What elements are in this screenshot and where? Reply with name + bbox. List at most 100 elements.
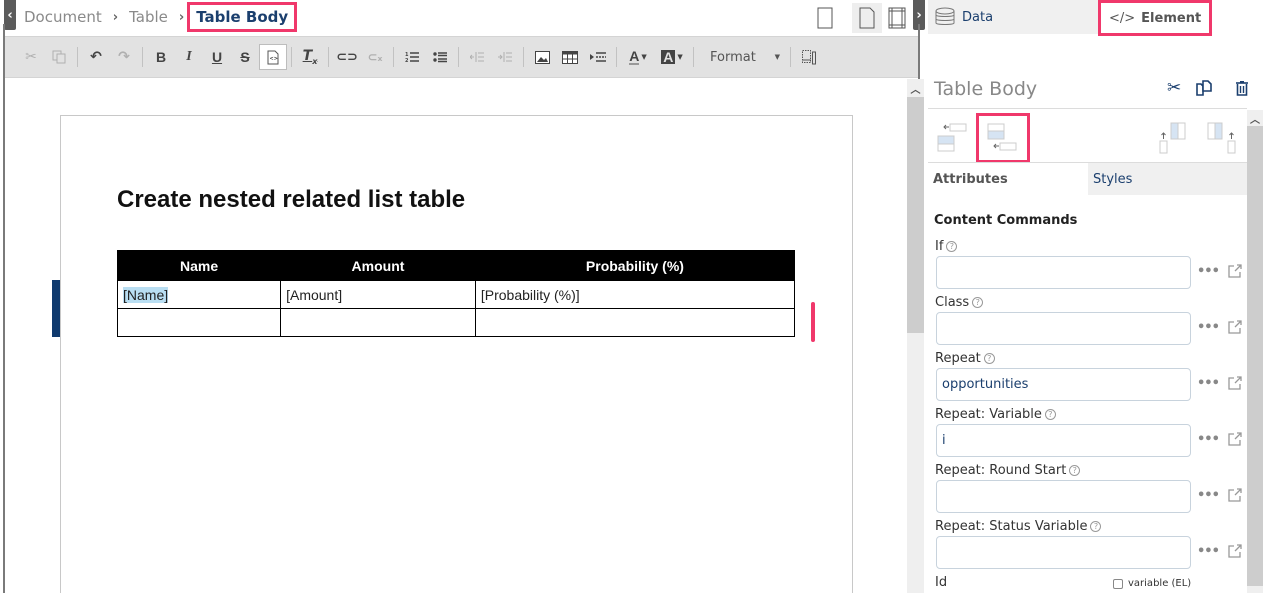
more-options-icon[interactable]: ••• — [1197, 320, 1219, 335]
table-header-cell[interactable]: Probability (%) — [475, 251, 794, 281]
tab-data[interactable]: Data — [928, 0, 1098, 34]
italic-icon: I — [186, 49, 191, 65]
bold-button[interactable]: B — [147, 44, 175, 70]
breadcrumb-item-document[interactable]: Document — [24, 8, 102, 26]
outdent-icon — [470, 51, 484, 63]
svg-text:<>: <> — [270, 56, 278, 62]
open-external-icon[interactable] — [1227, 376, 1243, 391]
section-title: Content Commands — [934, 213, 1077, 228]
background-color-button[interactable]: A▼ — [655, 44, 689, 70]
delete-element-button[interactable] — [1235, 80, 1249, 96]
related-list-table[interactable]: Name Amount Probability (%) [Name] [Amou… — [117, 250, 795, 337]
document-page[interactable]: Create nested related list table Name Am… — [60, 115, 853, 593]
image-button[interactable] — [528, 44, 556, 70]
copy-button[interactable] — [45, 44, 73, 70]
open-external-icon[interactable] — [1227, 488, 1243, 503]
editor-area: ‹ Document › Table › Table Body › ✂ ↶ ↷ … — [0, 0, 925, 593]
cut-element-button[interactable]: ✂ — [1167, 78, 1181, 98]
variable-el-checkbox[interactable] — [1113, 579, 1123, 589]
numbered-list-button[interactable]: 12 — [398, 44, 426, 70]
more-options-icon[interactable]: ••• — [1197, 488, 1219, 503]
selected-field-text[interactable]: [Name] — [123, 287, 168, 303]
bulleted-list-button[interactable] — [426, 44, 454, 70]
table-cell[interactable] — [281, 309, 476, 337]
undo-button[interactable]: ↶ — [82, 44, 110, 70]
unlink-button[interactable]: ⊂ₓ — [361, 44, 389, 70]
indent-button[interactable] — [491, 44, 519, 70]
help-icon[interactable]: ? — [1069, 465, 1080, 476]
repeat-input[interactable] — [936, 368, 1191, 401]
table-cell[interactable] — [475, 309, 794, 337]
if-input[interactable] — [936, 256, 1191, 289]
repeat-variable-input[interactable] — [936, 424, 1191, 457]
table-header-cell[interactable]: Amount — [281, 251, 476, 281]
tab-styles[interactable]: Styles — [1088, 163, 1247, 195]
breadcrumb: Document › Table › Table Body — [24, 0, 297, 34]
format-dropdown[interactable]: Format ▼ — [698, 44, 786, 70]
remove-format-button[interactable]: Tx — [296, 44, 324, 70]
scroll-up-icon[interactable]: ︿ — [907, 79, 924, 97]
table-cell[interactable]: [Probability (%)] — [475, 281, 794, 309]
scissors-icon: ✂ — [1167, 78, 1181, 98]
copy-element-button[interactable] — [1195, 79, 1213, 97]
variable-el-toggle[interactable]: variable (EL) — [1113, 578, 1191, 589]
selected-element-marker — [52, 280, 60, 337]
collapse-left-button[interactable]: ‹ — [4, 0, 16, 30]
outdent-button[interactable] — [463, 44, 491, 70]
document-page-icon — [859, 7, 875, 29]
more-options-icon[interactable]: ••• — [1197, 432, 1219, 447]
repeat-status-variable-input[interactable] — [936, 536, 1191, 569]
scrollbar-thumb[interactable] — [907, 97, 924, 333]
page-view-document-button[interactable] — [852, 3, 882, 33]
page-view-margins-button[interactable] — [882, 3, 912, 33]
open-external-icon[interactable] — [1227, 264, 1243, 279]
redo-button[interactable]: ↷ — [110, 44, 138, 70]
open-external-icon[interactable] — [1227, 432, 1243, 447]
help-icon[interactable]: ? — [1045, 409, 1056, 420]
insert-field-button[interactable] — [584, 44, 612, 70]
insert-before-button[interactable] — [935, 120, 971, 156]
strikethrough-button[interactable]: S — [231, 44, 259, 70]
repeat-round-start-input[interactable] — [936, 480, 1191, 513]
page-break-button[interactable] — [795, 44, 823, 70]
document-canvas[interactable]: Create nested related list table Name Am… — [5, 79, 907, 593]
more-options-icon[interactable]: ••• — [1197, 376, 1219, 391]
table-cell[interactable] — [118, 309, 281, 337]
underline-button[interactable]: U — [203, 44, 231, 70]
editor-scrollbar[interactable]: ︿ — [907, 79, 924, 593]
scroll-up-icon[interactable]: ︿ — [1247, 110, 1263, 126]
tab-attributes[interactable]: Attributes — [928, 163, 1088, 195]
insert-after-button[interactable] — [976, 113, 1030, 163]
page-view-blank-button[interactable] — [810, 3, 840, 33]
table-body[interactable]: [Name] [Amount] [Probability (%)] — [118, 281, 795, 337]
document-heading[interactable]: Create nested related list table — [117, 186, 465, 214]
panel-scrollbar[interactable]: ︿ — [1247, 110, 1263, 593]
table-button[interactable] — [556, 44, 584, 70]
help-icon[interactable]: ? — [972, 297, 983, 308]
help-icon[interactable]: ? — [1090, 521, 1101, 532]
source-button[interactable]: <> — [259, 44, 287, 70]
breadcrumb-item-current[interactable]: Table Body — [187, 2, 297, 32]
scrollbar-thumb[interactable] — [1247, 126, 1263, 586]
breadcrumb-item-table[interactable]: Table — [129, 8, 168, 26]
table-header-cell[interactable]: Name — [118, 251, 281, 281]
insert-column-after-button[interactable] — [1203, 120, 1239, 156]
more-options-icon[interactable]: ••• — [1197, 264, 1219, 279]
field-actions: ••• — [1197, 320, 1243, 335]
link-button[interactable]: ⊂⊃ — [333, 44, 361, 70]
open-external-icon[interactable] — [1227, 320, 1243, 335]
more-options-icon[interactable]: ••• — [1197, 544, 1219, 559]
class-input[interactable] — [936, 312, 1191, 345]
cut-button[interactable]: ✂ — [17, 44, 45, 70]
strikethrough-icon: S — [240, 49, 249, 65]
table-cell[interactable]: [Name] — [118, 281, 281, 309]
copy-icon — [1195, 79, 1213, 97]
tab-element[interactable]: </> Element — [1098, 0, 1212, 36]
insert-column-before-button[interactable] — [1157, 120, 1193, 156]
text-color-button[interactable]: A▼ — [621, 44, 655, 70]
open-external-icon[interactable] — [1227, 544, 1243, 559]
help-icon[interactable]: ? — [984, 353, 995, 364]
italic-button[interactable]: I — [175, 44, 203, 70]
table-cell[interactable]: [Amount] — [281, 281, 476, 309]
help-icon[interactable]: ? — [946, 241, 957, 252]
